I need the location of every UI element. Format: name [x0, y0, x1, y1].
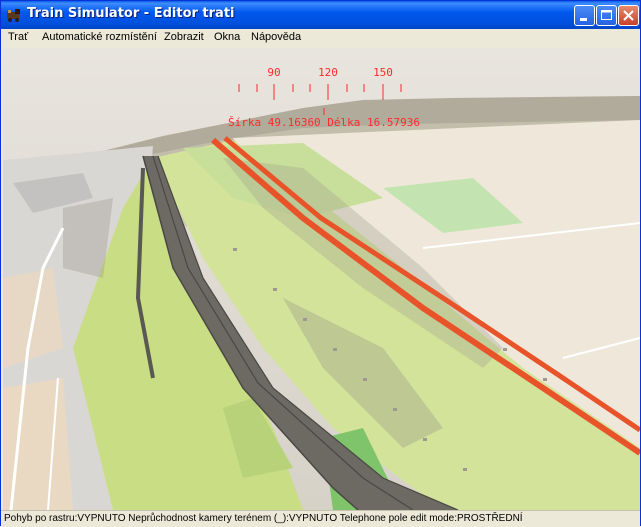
status-bar: Pohyb po rastru:VYPNUTO Neprůchodnost ka… — [1, 510, 640, 527]
terrain-scene: 90 120 150 Šírka 49.16360 Délka 16.57936 — [3, 48, 640, 510]
minimize-icon — [580, 18, 587, 21]
maximize-icon — [601, 10, 612, 20]
menu-trat[interactable]: Trať — [8, 31, 28, 43]
coordinates-readout: Šírka 49.16360 Délka 16.57936 — [228, 116, 420, 129]
close-button[interactable] — [618, 5, 639, 26]
3d-terrain-viewport[interactable]: 90 120 150 Šírka 49.16360 Délka 16.57936 — [3, 48, 640, 510]
train-app-icon — [7, 9, 20, 22]
title-bar[interactable]: Train Simulator - Editor trati — [1, 1, 640, 29]
compass-label-90: 90 — [267, 66, 280, 79]
menu-bar: Trať Automatické rozmístění Zobrazit Okn… — [1, 29, 640, 47]
menu-zobrazit[interactable]: Zobrazit — [164, 31, 204, 43]
window-title: Train Simulator - Editor trati — [27, 6, 235, 21]
compass-label-150: 150 — [373, 66, 393, 79]
close-icon — [623, 10, 634, 21]
app-window: Train Simulator - Editor trati Trať Auto… — [0, 0, 641, 527]
menu-napoveda[interactable]: Nápověda — [251, 31, 301, 43]
menu-automaticke-rozmisteni[interactable]: Automatické rozmístění — [42, 31, 157, 43]
compass-label-120: 120 — [318, 66, 338, 79]
menu-okna[interactable]: Okna — [214, 31, 240, 43]
maximize-button[interactable] — [596, 5, 617, 26]
minimize-button[interactable] — [574, 5, 595, 26]
status-text: Pohyb po rastru:VYPNUTO Neprůchodnost ka… — [4, 513, 523, 524]
